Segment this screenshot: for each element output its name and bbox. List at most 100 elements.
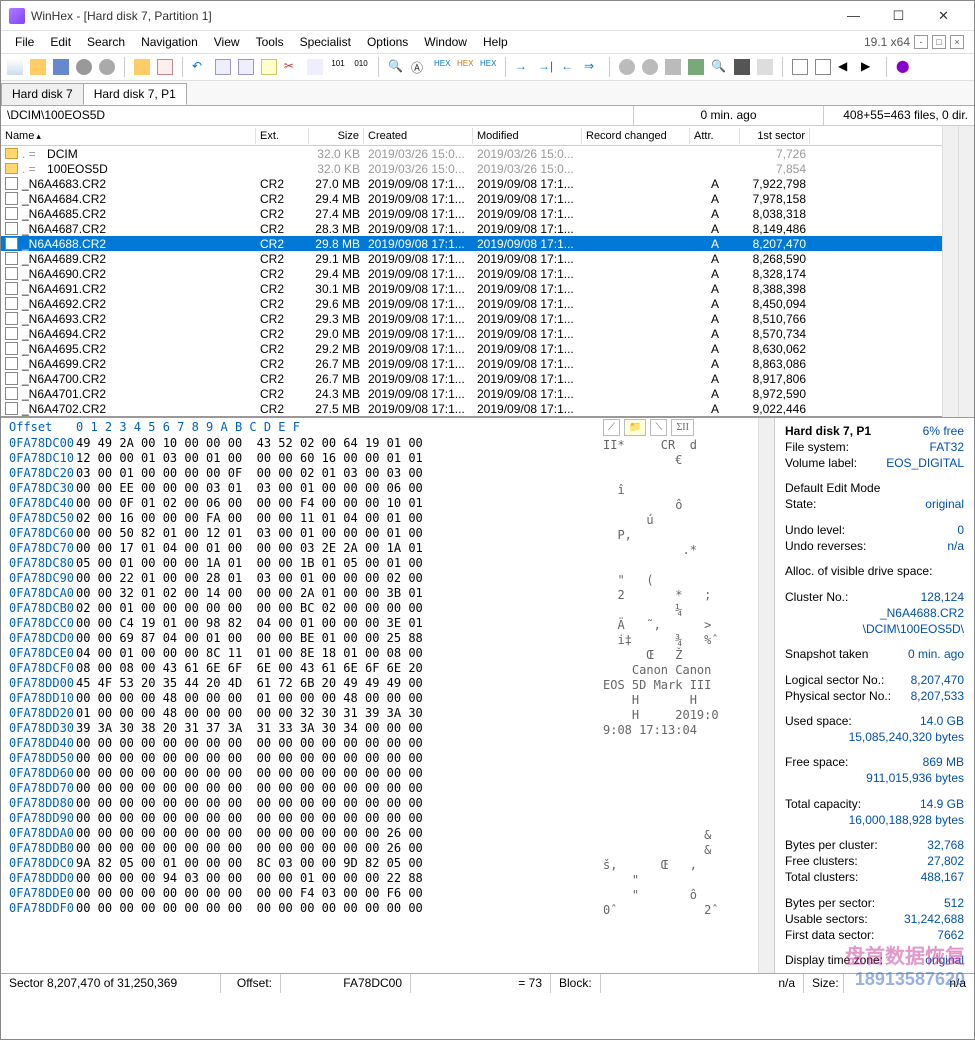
table-row[interactable]: _N6A4685.CR2CR227.4 MB2019/09/08 17:1...…	[1, 206, 942, 221]
col-header[interactable]: Modified	[473, 128, 582, 144]
table-row[interactable]: _N6A4688.CR2CR229.8 MB2019/09/08 17:1...…	[1, 236, 942, 251]
table-row[interactable]: _N6A4691.CR2CR230.1 MB2019/09/08 17:1...…	[1, 281, 942, 296]
new-icon[interactable]	[7, 59, 23, 75]
hex2-icon[interactable]: 010	[353, 59, 369, 75]
col-header[interactable]: 1st sector	[740, 128, 810, 144]
ascii-btn1[interactable]: ⟋	[603, 419, 620, 436]
menu-help[interactable]: Help	[475, 33, 516, 51]
ram-icon[interactable]	[688, 59, 704, 75]
col-header[interactable]: Created	[364, 128, 473, 144]
table-row[interactable]: _N6A4701.CR2CR224.3 MB2019/09/08 17:1...…	[1, 386, 942, 401]
disk-icon[interactable]	[76, 59, 92, 75]
calc-icon[interactable]	[757, 59, 773, 75]
goto-icon[interactable]: →	[515, 59, 531, 75]
path-summary: 408+55=463 files, 0 dir.	[824, 106, 974, 125]
hex-scrollbar[interactable]	[758, 418, 774, 973]
hex10-icon[interactable]: 101	[330, 59, 346, 75]
camera-icon[interactable]	[734, 59, 750, 75]
panel1-icon[interactable]	[792, 59, 808, 75]
menu-view[interactable]: View	[206, 33, 248, 51]
hex-view[interactable]: Offset 0FA78DC000FA78DC100FA78DC200FA78D…	[1, 418, 758, 973]
window-title: WinHex - [Hard disk 7, Partition 1]	[31, 9, 831, 23]
clip-icon[interactable]	[307, 59, 323, 75]
pathbar: \DCIM\100EOS5D 0 min. ago 408+55=463 fil…	[1, 106, 974, 126]
menu-tools[interactable]: Tools	[248, 33, 292, 51]
menu-specialist[interactable]: Specialist	[292, 33, 359, 51]
settings-icon[interactable]: ⬤	[896, 59, 912, 75]
mdi-close[interactable]: ×	[950, 35, 964, 49]
file-icon	[5, 312, 18, 325]
table-row[interactable]: _N6A4702.CR2CR227.5 MB2019/09/08 17:1...…	[1, 401, 942, 416]
table-row[interactable]: _N6A4689.CR2CR229.1 MB2019/09/08 17:1...…	[1, 251, 942, 266]
col-header[interactable]: Record changed	[582, 128, 690, 144]
find-icon[interactable]: 🔍	[388, 59, 404, 75]
file-table[interactable]: NameExt.SizeCreatedModifiedRecord change…	[1, 126, 942, 417]
menu-search[interactable]: Search	[79, 33, 133, 51]
ascii-btn2[interactable]: 📁	[624, 419, 646, 436]
minimize-button[interactable]: —	[831, 1, 876, 31]
col-header[interactable]: Size	[309, 128, 364, 144]
table-row[interactable]: _N6A4692.CR2CR229.6 MB2019/09/08 17:1...…	[1, 296, 942, 311]
mdi-min[interactable]: -	[914, 35, 928, 49]
open-icon[interactable]	[30, 59, 46, 75]
folder-icon[interactable]	[134, 59, 150, 75]
ascii-btn3[interactable]: ⟍	[650, 419, 667, 436]
findhex2-icon[interactable]: HEX	[457, 59, 473, 75]
nav-l-icon[interactable]: ◀	[838, 59, 854, 75]
nav-r-icon[interactable]: ▶	[861, 59, 877, 75]
copy-icon[interactable]	[215, 59, 231, 75]
menu-edit[interactable]: Edit	[42, 33, 79, 51]
disk-a-icon[interactable]	[619, 59, 635, 75]
copy2-icon[interactable]	[238, 59, 254, 75]
table-row[interactable]: _N6A4690.CR2CR229.4 MB2019/09/08 17:1...…	[1, 266, 942, 281]
col-header[interactable]: Ext.	[256, 128, 309, 144]
ascii-btn4[interactable]: ΣII	[671, 419, 693, 436]
undo-icon[interactable]: ↶	[192, 59, 208, 75]
goto-end-icon[interactable]: →|	[538, 59, 554, 75]
path-text: \DCIM\100EOS5D	[1, 106, 634, 125]
maximize-button[interactable]: ☐	[876, 1, 921, 31]
table-row[interactable]: _N6A4699.CR2CR226.7 MB2019/09/08 17:1...…	[1, 356, 942, 371]
mdi-max[interactable]: □	[932, 35, 946, 49]
table-row[interactable]: _N6A4684.CR2CR229.4 MB2019/09/08 17:1...…	[1, 191, 942, 206]
table-header[interactable]: NameExt.SizeCreatedModifiedRecord change…	[1, 126, 942, 146]
magnify-icon[interactable]: 🔍	[711, 59, 727, 75]
cut-icon[interactable]: ✂	[284, 59, 300, 75]
file-icon	[5, 252, 18, 265]
menu-navigation[interactable]: Navigation	[133, 33, 206, 51]
paste-icon[interactable]	[261, 59, 277, 75]
disk-b-icon[interactable]	[642, 59, 658, 75]
col-header[interactable]: Name	[1, 128, 256, 144]
disk2-icon[interactable]	[99, 59, 115, 75]
tab[interactable]: Hard disk 7, P1	[83, 83, 187, 105]
table-row[interactable]: _N6A4693.CR2CR229.3 MB2019/09/08 17:1...…	[1, 311, 942, 326]
file-icon	[5, 342, 18, 355]
findhex-icon[interactable]: HEX	[434, 59, 450, 75]
menu-file[interactable]: File	[7, 33, 42, 51]
info-free: 6% free	[923, 424, 964, 438]
table-row[interactable]: _N6A4683.CR2CR227.0 MB2019/09/08 17:1...…	[1, 176, 942, 191]
ascii-toolbar[interactable]: ⟋ 📁 ⟍ ΣII	[603, 418, 758, 438]
save-icon[interactable]	[53, 59, 69, 75]
panel2-icon[interactable]	[815, 59, 831, 75]
back-icon[interactable]: ←	[561, 59, 577, 75]
table-row[interactable]: . = 100EOS5D32.0 KB2019/03/26 15:0...201…	[1, 161, 942, 176]
disk-c-icon[interactable]	[665, 59, 681, 75]
tab[interactable]: Hard disk 7	[1, 83, 84, 105]
table-row[interactable]: _N6A4694.CR2CR229.0 MB2019/09/08 17:1...…	[1, 326, 942, 341]
table-row[interactable]: _N6A4700.CR2CR226.7 MB2019/09/08 17:1...…	[1, 371, 942, 386]
info-title: Hard disk 7, P1	[785, 424, 871, 438]
table-row[interactable]: . = DCIM32.0 KB2019/03/26 15:0...2019/03…	[1, 146, 942, 161]
fwd-icon[interactable]: ⇒	[584, 59, 600, 75]
table-row[interactable]: _N6A4695.CR2CR229.2 MB2019/09/08 17:1...…	[1, 341, 942, 356]
table-row[interactable]: _N6A4687.CR2CR228.3 MB2019/09/08 17:1...…	[1, 221, 942, 236]
doc-icon[interactable]	[157, 59, 173, 75]
findhex3-icon[interactable]: HEX	[480, 59, 496, 75]
menu-window[interactable]: Window	[416, 33, 475, 51]
file-icon	[5, 267, 18, 280]
close-button[interactable]: ✕	[921, 1, 966, 31]
col-header[interactable]: Attr.	[690, 128, 740, 144]
findh-icon[interactable]: Ⓐ	[411, 59, 427, 75]
menu-options[interactable]: Options	[359, 33, 416, 51]
file-scrollbar[interactable]	[942, 126, 958, 417]
